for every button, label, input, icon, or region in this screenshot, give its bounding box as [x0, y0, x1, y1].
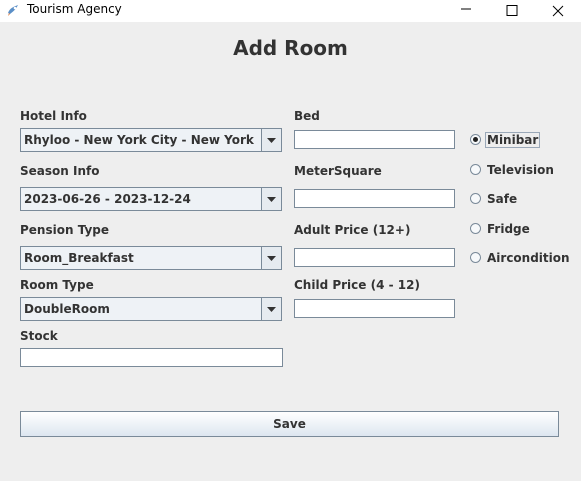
pension-type-dropdown-button[interactable]	[261, 247, 281, 269]
room-type-combo[interactable]: DoubleRoom	[20, 297, 282, 321]
maximize-icon	[506, 5, 518, 16]
hotel-info-dropdown-button[interactable]	[261, 129, 281, 151]
stock-label: Stock	[20, 329, 58, 343]
radio-indicator	[470, 223, 481, 234]
minibar-radio[interactable]: Minibar	[470, 132, 570, 150]
app-icon	[5, 2, 21, 18]
pension-type-label: Pension Type	[20, 223, 110, 237]
aircondition-label: Aircondition	[487, 251, 570, 265]
minibar-label: Minibar	[484, 132, 541, 148]
maximize-button[interactable]	[489, 0, 535, 22]
safe-radio[interactable]: Safe	[470, 191, 570, 209]
fridge-label: Fridge	[487, 222, 530, 236]
season-info-dropdown-button[interactable]	[261, 188, 281, 210]
meter-square-label: MeterSquare	[294, 164, 382, 178]
pension-type-value: Room_Breakfast	[24, 251, 134, 265]
bed-input[interactable]	[294, 130, 455, 149]
chevron-down-icon	[267, 256, 276, 261]
fridge-radio[interactable]: Fridge	[470, 221, 570, 239]
meter-square-input[interactable]	[294, 189, 455, 208]
child-price-input[interactable]	[294, 299, 455, 318]
save-button[interactable]: Save	[20, 411, 559, 437]
season-info-combo[interactable]: 2023-06-26 - 2023-12-24	[20, 187, 282, 211]
room-type-label: Room Type	[20, 278, 94, 292]
child-price-label: Child Price (4 - 12)	[294, 278, 420, 292]
adult-price-input[interactable]	[294, 248, 455, 267]
window-title: Tourism Agency	[27, 2, 122, 16]
hotel-info-combo[interactable]: Rhyloo - New York City - New York	[20, 128, 282, 152]
room-type-value: DoubleRoom	[24, 302, 110, 316]
chevron-down-icon	[267, 197, 276, 202]
season-info-label: Season Info	[20, 164, 100, 178]
radio-selected-dot	[473, 137, 478, 142]
radio-indicator	[470, 193, 481, 204]
bed-label: Bed	[294, 109, 320, 123]
chevron-down-icon	[267, 307, 276, 312]
pension-type-combo[interactable]: Room_Breakfast	[20, 246, 282, 270]
radio-indicator	[470, 164, 481, 175]
close-button[interactable]	[535, 0, 581, 22]
minimize-icon	[461, 8, 471, 10]
minimize-button[interactable]	[443, 0, 489, 22]
hotel-info-label: Hotel Info	[20, 109, 87, 123]
aircondition-radio[interactable]: Aircondition	[470, 250, 570, 268]
chevron-down-icon	[267, 138, 276, 143]
television-radio[interactable]: Television	[470, 162, 570, 180]
season-info-value: 2023-06-26 - 2023-12-24	[24, 192, 191, 206]
hotel-info-value: Rhyloo - New York City - New York	[24, 133, 254, 147]
radio-indicator	[470, 252, 481, 263]
radio-indicator	[470, 134, 481, 145]
close-icon	[552, 5, 564, 17]
safe-label: Safe	[487, 192, 518, 206]
room-type-dropdown-button[interactable]	[261, 298, 281, 320]
television-label: Television	[487, 163, 554, 177]
page-title: Add Room	[233, 36, 348, 60]
adult-price-label: Adult Price (12+)	[294, 223, 411, 237]
title-bar: Tourism Agency	[0, 0, 581, 22]
stock-input[interactable]	[20, 348, 283, 367]
